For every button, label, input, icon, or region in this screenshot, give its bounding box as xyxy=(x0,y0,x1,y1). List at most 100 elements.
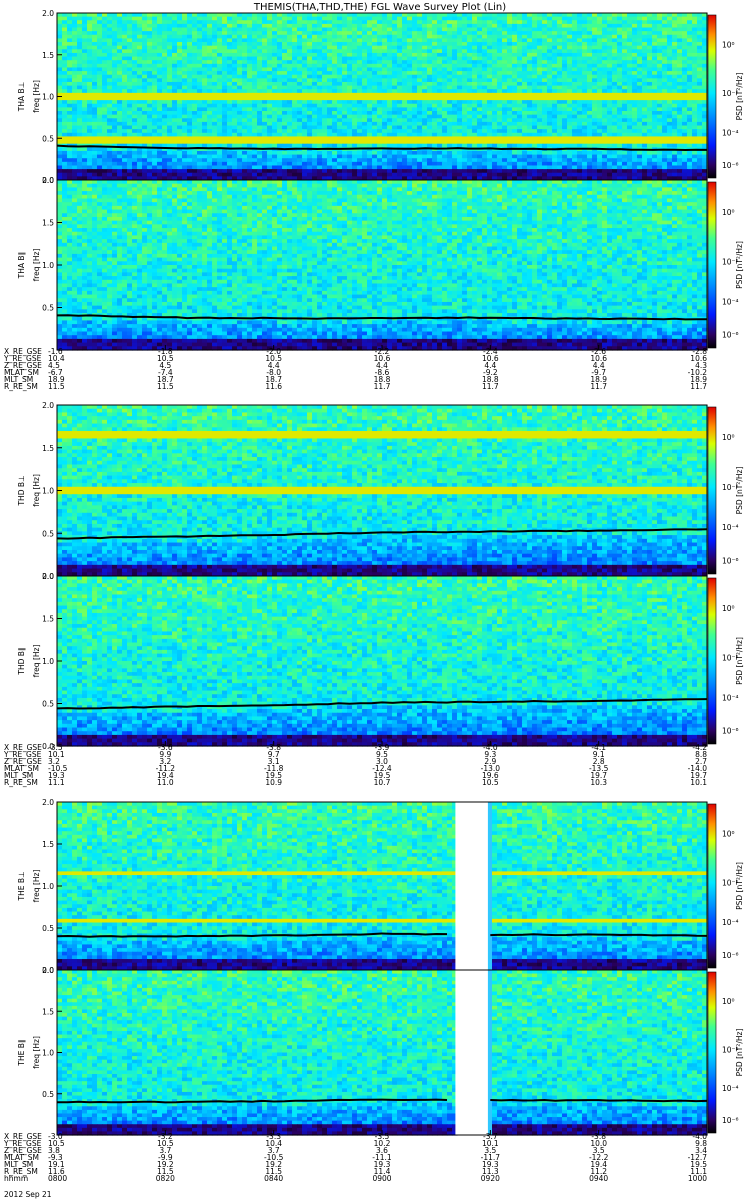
spectrogram-cell xyxy=(277,16,283,21)
spectrogram-cell xyxy=(282,56,288,61)
spectrogram-cell xyxy=(182,20,188,25)
spectrogram-cell xyxy=(547,71,553,76)
spectrogram-cell xyxy=(322,143,328,148)
spectrogram-cell xyxy=(472,92,478,98)
spectrogram-cell xyxy=(517,60,523,65)
spectrogram-cell xyxy=(517,96,523,101)
spectrogram-cell xyxy=(107,45,113,50)
spectrogram-cell xyxy=(237,56,243,61)
spectrogram-cell xyxy=(222,121,228,127)
spectrogram-cell xyxy=(352,16,358,21)
spectrogram-cell xyxy=(312,63,318,69)
spectrogram-cell xyxy=(637,92,643,98)
spectrogram-cell xyxy=(147,38,153,43)
spectrogram-cell xyxy=(167,20,173,25)
spectrogram-cell xyxy=(157,63,163,69)
spectrogram-cell xyxy=(442,42,448,47)
spectrogram-cell xyxy=(507,121,513,127)
spectrogram-cell xyxy=(522,140,528,145)
spectrogram-cell xyxy=(492,78,498,83)
spectrogram-cell xyxy=(547,16,553,21)
spectrogram-cell xyxy=(697,74,703,79)
spectrogram-cell xyxy=(502,60,508,65)
spectrogram-cell xyxy=(597,23,603,29)
spectrogram-cell xyxy=(667,71,673,76)
spectrogram-cell xyxy=(522,89,528,94)
spectrogram-cell xyxy=(187,100,193,105)
spectrogram-cell xyxy=(402,16,408,21)
spectrogram-cell xyxy=(347,114,353,119)
spectrogram-cell xyxy=(137,100,143,105)
spectrogram-cell xyxy=(592,49,598,54)
spectrogram-cell xyxy=(487,143,493,148)
spectrogram-cell xyxy=(247,34,253,40)
spectrogram-cell xyxy=(477,121,483,127)
spectrogram-cell xyxy=(87,111,93,116)
spectrogram-cell xyxy=(262,96,268,101)
spectrogram-cell xyxy=(147,60,153,65)
spectrogram-cell xyxy=(157,132,163,138)
spectrogram-cell xyxy=(272,34,278,40)
spectrogram-cell xyxy=(332,56,338,61)
spectrogram-cell xyxy=(637,74,643,79)
spectrogram-cell xyxy=(692,129,698,134)
spectrogram-cell xyxy=(252,16,258,21)
spectrogram-cell xyxy=(387,16,393,21)
spectrogram-cell xyxy=(677,38,683,43)
spectrogram-cell xyxy=(432,71,438,76)
spectrogram-cell xyxy=(602,118,608,123)
spectrogram-cell xyxy=(187,27,193,32)
spectrogram-cell xyxy=(572,121,578,127)
spectrogram-cell xyxy=(662,81,668,87)
spectrogram-cell xyxy=(67,23,73,29)
spectrogram-cell xyxy=(337,52,343,58)
spectrogram-cell xyxy=(687,92,693,98)
spectrogram-cell xyxy=(267,52,273,58)
spectrogram-cell xyxy=(87,96,93,101)
spectrogram-cell xyxy=(557,27,563,32)
spectrogram-cell xyxy=(472,31,478,36)
spectrogram-cell xyxy=(107,111,113,116)
spectrogram-cell xyxy=(687,42,693,47)
spectrogram-cell xyxy=(342,125,348,130)
spectrogram-cell xyxy=(637,27,643,32)
spectrogram-cell xyxy=(122,111,128,116)
spectrogram-cell xyxy=(367,56,373,61)
spectrogram-cell xyxy=(377,92,383,98)
spectrogram-cell xyxy=(557,96,563,101)
spectrogram-cell xyxy=(67,60,73,65)
spectrogram-cell xyxy=(167,125,173,130)
spectrogram-cell xyxy=(177,132,183,138)
spectrogram-cell xyxy=(682,100,688,105)
spectrogram-cell xyxy=(582,118,588,123)
spectrogram-cell xyxy=(647,136,653,141)
spectrogram-cell xyxy=(457,92,463,98)
spectrogram-cell xyxy=(77,129,83,134)
spectrogram-cell xyxy=(562,34,568,40)
spectrogram-cell xyxy=(642,13,648,18)
spectrogram-cell xyxy=(527,111,533,116)
spectrogram-cell xyxy=(642,63,648,69)
spectrogram-cell xyxy=(512,16,518,21)
spectrogram-cell xyxy=(697,121,703,127)
spectrogram-cell xyxy=(92,96,98,101)
spectrogram-cell xyxy=(317,20,323,25)
spectrogram-cell xyxy=(82,140,88,145)
spectrogram-cell xyxy=(642,20,648,25)
spectrogram-cell xyxy=(582,140,588,145)
spectrogram-cell xyxy=(452,78,458,83)
spectrogram-cell xyxy=(277,129,283,134)
spectrogram-cell xyxy=(287,132,293,138)
spectrogram-cell xyxy=(227,78,233,83)
spectrogram-cell xyxy=(342,107,348,112)
spectrogram-cell xyxy=(672,13,678,18)
spectrogram-cell xyxy=(412,67,418,72)
spectrogram-cell xyxy=(82,107,88,112)
spectrogram-cell xyxy=(402,85,408,90)
spectrogram-cell xyxy=(472,56,478,61)
spectrogram-cell xyxy=(362,103,368,108)
spectrogram-cell xyxy=(72,89,78,94)
spectrogram-cell xyxy=(592,118,598,123)
spectrogram-cell xyxy=(247,129,253,134)
spectrogram-cell xyxy=(667,111,673,116)
